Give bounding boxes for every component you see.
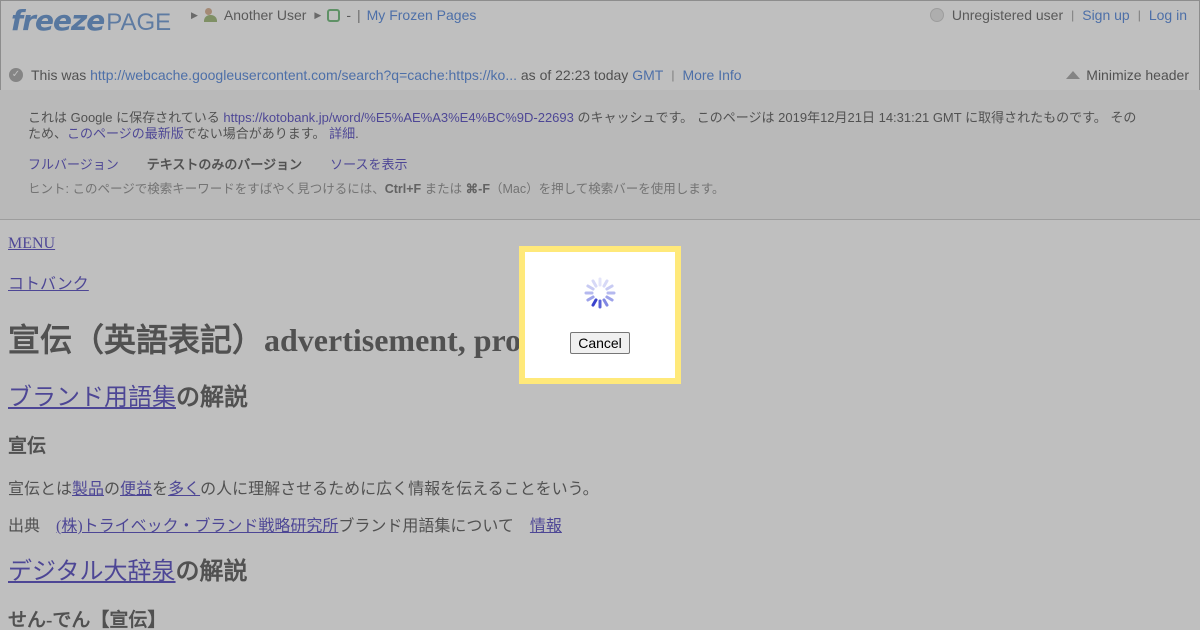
cancel-button[interactable]: Cancel <box>570 332 630 354</box>
loading-dialog: Cancel <box>519 246 681 384</box>
loading-spinner-icon <box>584 277 616 309</box>
